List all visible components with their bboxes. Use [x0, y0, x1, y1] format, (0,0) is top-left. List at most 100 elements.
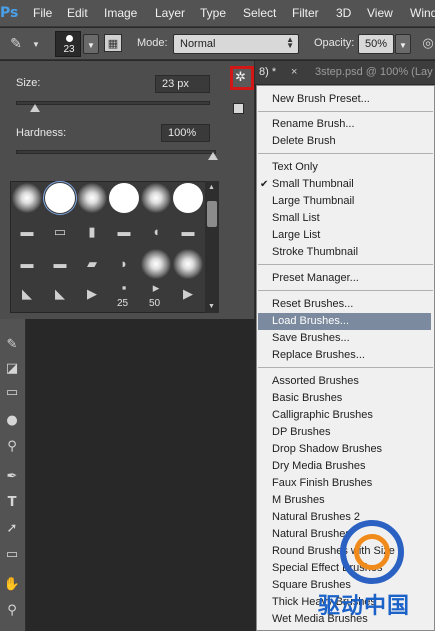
menu-type[interactable]: Type [200, 6, 226, 20]
menu-item-brush-set[interactable]: DP Brushes [258, 424, 431, 441]
brush-soft-round-thumb[interactable] [77, 183, 107, 213]
menu-item-reset-brushes[interactable]: Reset Brushes... [258, 296, 431, 313]
menu-item-brush-set[interactable]: M Brushes [258, 492, 431, 509]
menu-item-text-only[interactable]: Text Only [258, 159, 431, 176]
size-slider-thumb[interactable] [30, 104, 41, 112]
menu-bar: Ps File Edit Image Layer Type Select Fil… [0, 0, 435, 27]
menu-item-new-brush-preset[interactable]: New Brush Preset... [258, 91, 431, 108]
menu-item-large-list[interactable]: Large List [258, 227, 431, 244]
zoom-tool-icon[interactable]: ⚲ [2, 601, 22, 621]
eraser-tool-icon[interactable]: ◪ [2, 359, 22, 379]
menu-image[interactable]: Image [104, 6, 137, 20]
brush-tip-thumb[interactable]: ◣ [12, 279, 42, 309]
menu-item-small-thumbnail[interactable]: ✔ Small Thumbnail [258, 176, 431, 193]
brush-tip-thumb[interactable]: ▬ [12, 249, 42, 279]
brush-size-number: 50 [149, 298, 161, 309]
new-preset-icon[interactable] [233, 103, 244, 114]
hand-tool-icon[interactable]: ✋ [2, 575, 22, 595]
size-field[interactable]: 23 px [155, 75, 210, 93]
scroll-up-icon[interactable]: ▲ [208, 184, 215, 191]
brush-tool-icon[interactable]: ✎ [2, 335, 22, 355]
opacity-value: 50% [365, 38, 388, 50]
brush-tip-thumb[interactable]: ▭ [45, 217, 75, 247]
brush-settings-gear-button[interactable]: ✲ [230, 66, 254, 90]
brush-hard-round-thumb[interactable] [109, 183, 139, 213]
menu-item-save-brushes[interactable]: Save Brushes... [258, 330, 431, 347]
brush-picker-dropdown[interactable]: ▼ [83, 34, 99, 54]
shape-tool-icon[interactable]: ▭ [2, 545, 22, 565]
brush-hard-round-thumb[interactable] [43, 181, 77, 215]
tab-3step-document[interactable]: 3step.psd @ 100% (Lay [315, 66, 433, 78]
menu-item-brush-set[interactable]: Drop Shadow Brushes [258, 441, 431, 458]
menu-item-stroke-thumbnail[interactable]: Stroke Thumbnail [258, 244, 431, 261]
brush-tool-icon[interactable]: ✎ [6, 34, 26, 54]
opacity-label: Opacity: [314, 37, 355, 49]
menu-view[interactable]: View [367, 6, 393, 20]
brush-tip-thumb[interactable]: ▶ [77, 279, 107, 309]
tool-preset-arrow-icon[interactable]: ▼ [32, 40, 40, 49]
dodge-tool-icon[interactable]: ⚲ [2, 437, 22, 457]
blur-tool-icon[interactable]: ● [2, 411, 22, 431]
brush-panel-toggle-icon[interactable]: ▦ [104, 34, 122, 52]
size-slider-track[interactable] [16, 101, 210, 105]
brush-size-number: 25 [117, 298, 129, 309]
brush-soft-round-thumb[interactable] [12, 183, 42, 213]
opacity-dropdown[interactable]: ▼ [395, 34, 411, 54]
gradient-tool-icon[interactable]: ▭ [2, 383, 22, 403]
brush-preset-picker[interactable]: 23 [55, 31, 81, 57]
brush-tip-thumb[interactable]: ▮ [77, 217, 107, 247]
hardness-slider-thumb[interactable] [208, 152, 218, 160]
brush-tip-thumb[interactable]: ▬ [173, 217, 203, 247]
menu-item-large-thumbnail[interactable]: Large Thumbnail [258, 193, 431, 210]
menu-item-brush-set[interactable]: Calligraphic Brushes [258, 407, 431, 424]
menu-select[interactable]: Select [243, 6, 276, 20]
pressure-opacity-icon[interactable]: ◎ [418, 34, 435, 54]
menu-item-brush-set[interactable]: Dry Media Brushes [258, 458, 431, 475]
menu-item-load-brushes[interactable]: Load Brushes... [258, 313, 431, 330]
watermark-inner-ring-icon [354, 534, 390, 570]
hardness-slider-track[interactable] [16, 150, 216, 154]
pen-tool-icon[interactable]: ✒ [2, 467, 22, 487]
checkmark-icon: ✔ [260, 179, 269, 190]
menu-item-rename-brush[interactable]: Rename Brush... [258, 116, 431, 133]
menu-item-brush-set[interactable]: Assorted Brushes [258, 373, 431, 390]
brush-tip-thumb[interactable]: ◖ [141, 217, 171, 247]
brush-tip-thumb[interactable]: ▬ [12, 217, 42, 247]
menu-item-replace-brushes[interactable]: Replace Brushes... [258, 347, 431, 364]
menu-layer[interactable]: Layer [155, 6, 185, 20]
menu-item-preset-manager[interactable]: Preset Manager... [258, 270, 431, 287]
brush-tip-thumb[interactable]: ◣ [45, 279, 75, 309]
brush-tip-thumb[interactable]: ▬ [45, 249, 75, 279]
brush-tip-thumb[interactable]: ▬ [109, 217, 139, 247]
menu-3d[interactable]: 3D [336, 6, 351, 20]
menu-item-delete-brush[interactable]: Delete Brush [258, 133, 431, 150]
opacity-field[interactable]: 50% [358, 34, 394, 54]
brush-preset-panel: Size: 23 px ✲ Hardness: 100% ▬ ▭ ▮ ▬ ◖ ▬… [0, 61, 255, 319]
brush-tip-thumb[interactable]: ▰ [77, 249, 107, 279]
type-tool-icon[interactable]: T [2, 493, 22, 513]
brush-size-readout: 23 [63, 44, 75, 55]
menu-item-small-list[interactable]: Small List [258, 210, 431, 227]
menu-edit[interactable]: Edit [67, 6, 88, 20]
hardness-field[interactable]: 100% [161, 124, 210, 142]
mode-value: Normal [180, 38, 216, 50]
watermark-logo: 驱动中国 [318, 520, 434, 630]
scroll-down-icon[interactable]: ▼ [208, 303, 215, 310]
menu-item-brush-set[interactable]: Faux Finish Brushes [258, 475, 431, 492]
tab-active-document[interactable]: 8) * [259, 66, 276, 78]
menu-file[interactable]: File [33, 6, 52, 20]
brush-soft-round-thumb[interactable] [173, 249, 203, 279]
hardness-label: Hardness: [16, 127, 67, 139]
mode-select[interactable]: Normal ▲ ▼ [173, 34, 299, 54]
brush-soft-round-thumb[interactable] [141, 183, 171, 213]
scrollbar-thumb[interactable] [207, 201, 217, 227]
path-selection-tool-icon[interactable]: ➚ [2, 519, 22, 539]
menu-filter[interactable]: Filter [292, 6, 319, 20]
menu-item-brush-set[interactable]: Basic Brushes [258, 390, 431, 407]
menu-window[interactable]: Wind [410, 6, 435, 20]
watermark-text: 驱动中国 [318, 594, 411, 619]
brush-tip-thumb[interactable]: ▶ [173, 279, 203, 309]
chevron-down-icon: ▼ [87, 41, 95, 50]
close-icon[interactable]: × [291, 66, 297, 78]
brush-hard-round-thumb[interactable] [173, 183, 203, 213]
